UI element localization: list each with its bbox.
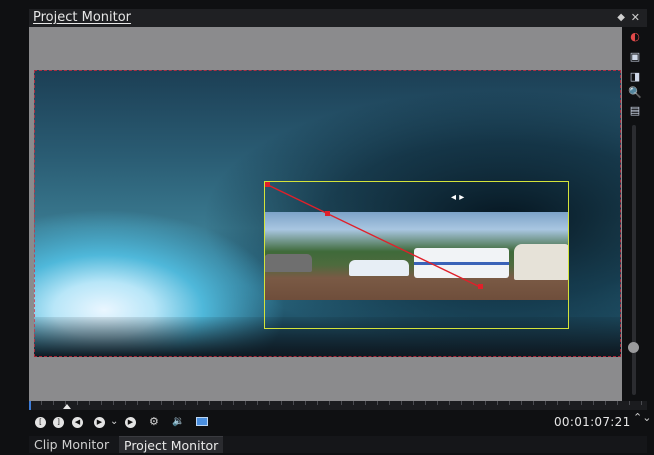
fullscreen-icon[interactable] <box>196 417 208 426</box>
monitor-viewport[interactable]: ◂ ▸ <box>29 27 622 401</box>
panel-title: Project Monitor <box>33 10 132 25</box>
volume-icon[interactable]: 🔉 <box>172 415 184 429</box>
tab-project-monitor[interactable]: Project Monitor <box>119 436 224 453</box>
fit-icon[interactable]: ◨ <box>626 69 644 85</box>
zoom-slider-handle[interactable] <box>628 342 639 353</box>
float-icon[interactable]: ◆ <box>617 9 625 27</box>
settings-icon[interactable]: ⚙ <box>149 415 159 429</box>
close-icon[interactable]: ✕ <box>631 9 640 27</box>
timeline-ruler[interactable] <box>29 401 647 410</box>
move-handle-icon[interactable]: ◂ ▸ <box>451 193 464 203</box>
monitor-tab-bar: Clip Monitor Project Monitor <box>29 436 647 453</box>
red-dot-icon[interactable]: ◐ <box>626 29 644 45</box>
transform-rectangle[interactable] <box>264 181 569 329</box>
play-button[interactable]: ▶ <box>94 417 105 428</box>
zoom-icon[interactable]: 🔍 <box>626 85 644 101</box>
playhead-marker[interactable] <box>63 404 71 409</box>
zone-start-marker <box>29 401 31 410</box>
panel-title-bar: Project Monitor ◆ ✕ <box>29 9 647 27</box>
edit-mode-icon[interactable]: ▣ <box>626 49 644 65</box>
timecode-display[interactable]: 00:01:07:21 <box>554 415 631 429</box>
rewind-button[interactable]: ◀ <box>72 417 83 428</box>
forward-button[interactable]: ▶ <box>125 417 136 428</box>
transport-controls: [ ] ◀ ▶ ⌄ ▶ ⚙ 🔉 00:01:07:21 ⌃⌄ <box>29 412 651 434</box>
zoom-slider-track[interactable] <box>632 125 636 395</box>
timecode-spin-icon[interactable]: ⌃⌄ <box>633 412 651 423</box>
tab-clip-monitor[interactable]: Clip Monitor <box>29 436 114 453</box>
compare-icon[interactable]: ▤ <box>626 103 644 119</box>
ruler-ticks <box>29 401 647 405</box>
play-menu-icon[interactable]: ⌄ <box>110 415 118 429</box>
set-zone-out-button[interactable]: ] <box>53 417 64 428</box>
set-zone-in-button[interactable]: [ <box>35 417 46 428</box>
